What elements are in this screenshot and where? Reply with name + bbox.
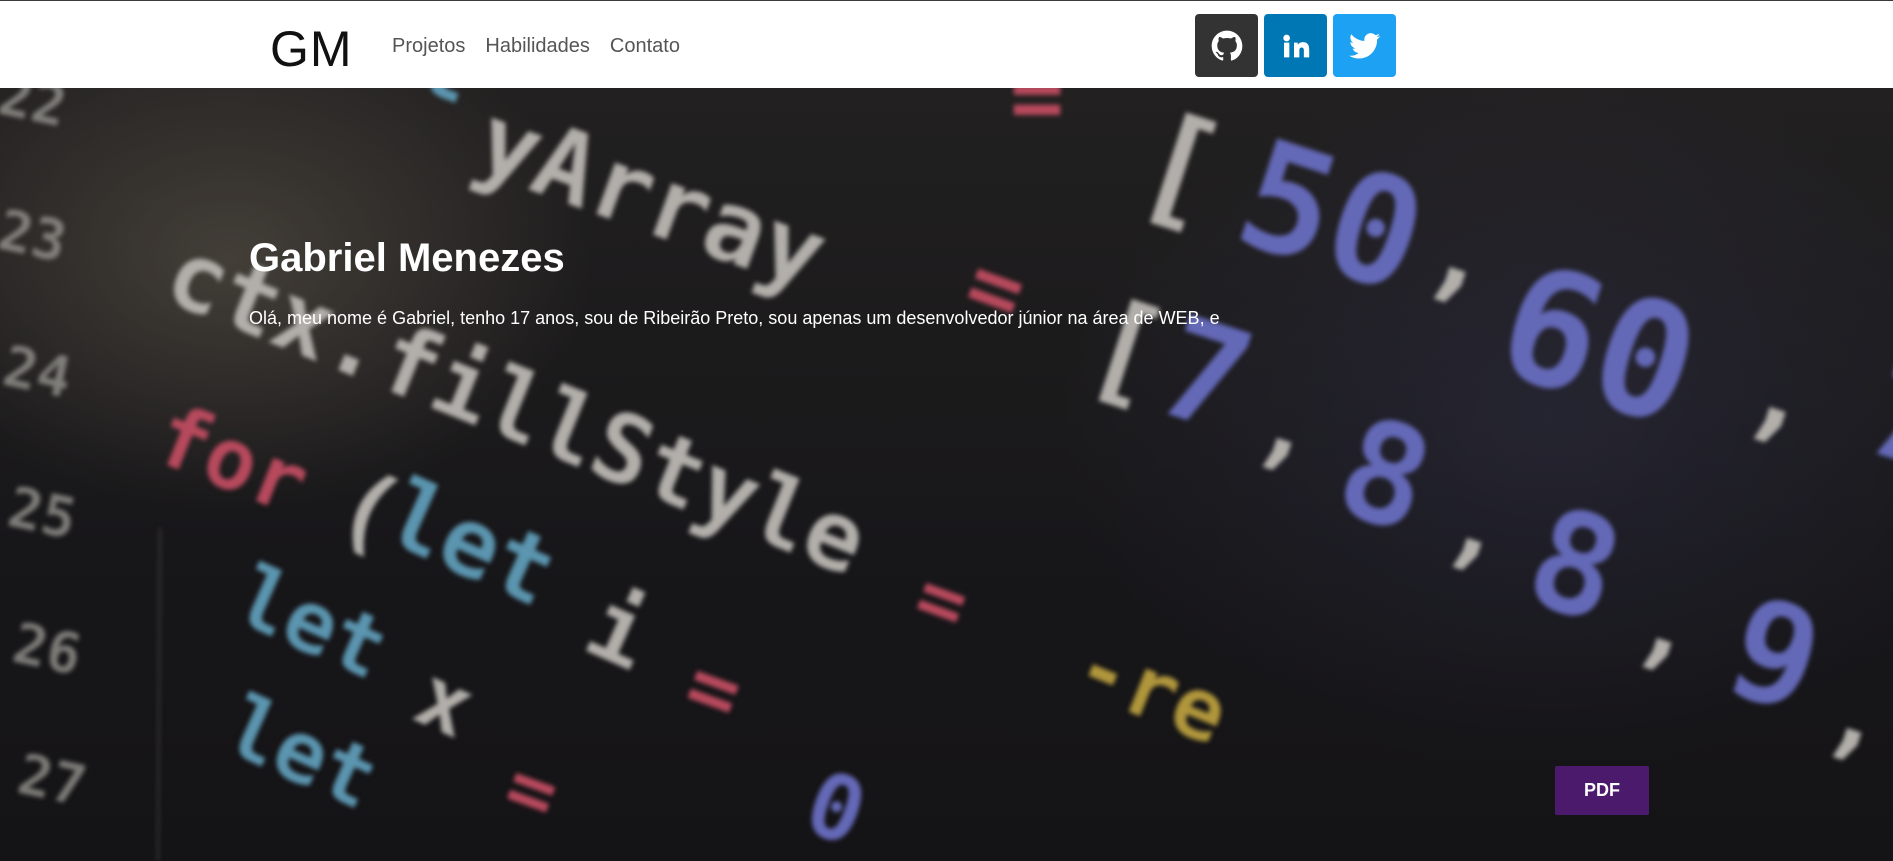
github-icon [1211, 30, 1242, 61]
hero-overlay [0, 88, 1893, 861]
twitter-icon [1348, 32, 1380, 58]
linkedin-icon [1282, 34, 1309, 57]
hero-description: Olá, meu nome é Gabriel, tenho 17 anos, … [249, 308, 1220, 328]
nav-link-contato[interactable]: Contato [610, 31, 680, 61]
navbar: GM Projetos Habilidades Contato [0, 0, 1893, 88]
nav-link-habilidades[interactable]: Habilidades [485, 31, 590, 61]
github-button[interactable] [1195, 14, 1258, 77]
nav-link-projetos[interactable]: Projetos [392, 31, 465, 61]
nav-menu: Projetos Habilidades Contato [392, 31, 700, 61]
linkedin-button[interactable] [1264, 14, 1327, 77]
social-links [1195, 14, 1396, 77]
brand-logo[interactable]: GM [270, 21, 353, 77]
pdf-download-button[interactable]: PDF [1555, 766, 1649, 815]
hero-title: Gabriel Menezes [249, 236, 565, 280]
twitter-button[interactable] [1333, 14, 1396, 77]
hero-section: 22 23 24 25 26 27 yArray st = ctx.fillSt… [0, 88, 1893, 861]
